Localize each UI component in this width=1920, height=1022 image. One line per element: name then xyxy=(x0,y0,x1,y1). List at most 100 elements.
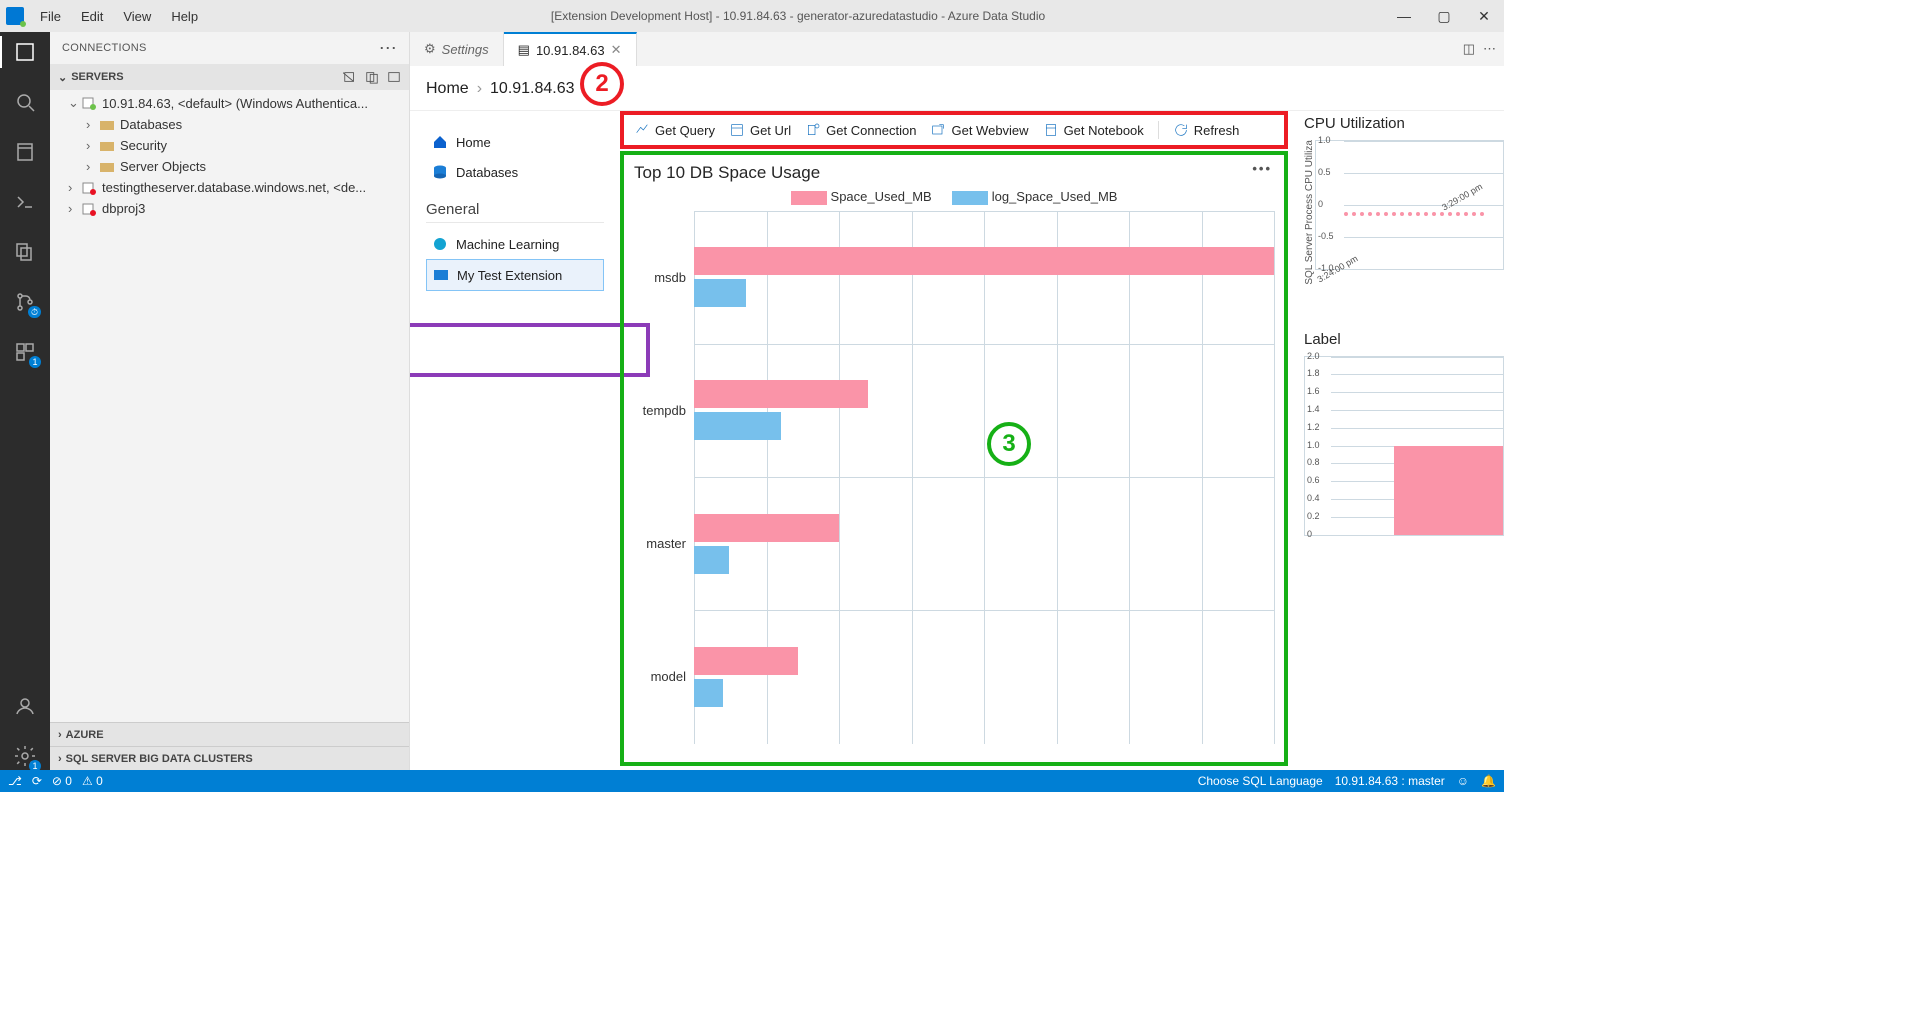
app-icon xyxy=(6,7,24,25)
bar-category: model xyxy=(634,669,694,684)
sidebar-section-bigdata[interactable]: ›SQL SERVER BIG DATA CLUSTERS xyxy=(50,746,409,770)
home-icon xyxy=(432,134,448,150)
card-label: Label 2.01.81.61.41.21.00.80.60.40.20 xyxy=(1304,331,1504,536)
breadcrumb-home[interactable]: Home xyxy=(426,80,469,98)
get-notebook-button[interactable]: Get Notebook xyxy=(1043,122,1144,138)
close-icon[interactable]: ✕ xyxy=(611,42,622,58)
activity-source-control[interactable]: ⏱ xyxy=(11,288,39,316)
chart-title: Top 10 DB Space Usage xyxy=(634,163,1274,183)
legend-swatch xyxy=(791,191,827,205)
activity-explorer[interactable] xyxy=(11,238,39,266)
new-connection-icon[interactable] xyxy=(343,70,357,84)
sb-language[interactable]: Choose SQL Language xyxy=(1198,774,1323,788)
y-tick: -0.5 xyxy=(1318,231,1334,241)
activity-notebooks[interactable] xyxy=(11,138,39,166)
y-tick: 1.2 xyxy=(1307,422,1320,432)
badge-icon: ⏱ xyxy=(28,306,41,318)
tree-row-security[interactable]: ›Security xyxy=(50,135,409,156)
tab-more-icon[interactable]: ⋯ xyxy=(1483,41,1496,57)
tree-row-server[interactable]: ›testingtheserver.database.windows.net, … xyxy=(50,177,409,198)
hbar-chart: msdbtempdbmastermodel xyxy=(634,211,1274,744)
sb-sync-icon[interactable]: ⟳ xyxy=(32,774,42,788)
tab-dashboard[interactable]: ▤ 10.91.84.63 ✕ xyxy=(504,32,637,66)
bar xyxy=(694,647,798,675)
menu-file[interactable]: File xyxy=(32,5,69,28)
y-tick: 0.6 xyxy=(1307,475,1320,485)
tree-row-databases[interactable]: ›Databases xyxy=(50,114,409,135)
bar xyxy=(694,247,1274,275)
tree-label: 10.91.84.63, <default> (Windows Authenti… xyxy=(102,96,368,111)
split-editor-icon[interactable]: ◫ xyxy=(1463,41,1475,57)
new-group-icon[interactable] xyxy=(365,70,379,84)
nav-machine-learning[interactable]: Machine Learning xyxy=(426,229,604,259)
tree-label: Server Objects xyxy=(120,159,206,174)
get-connection-button[interactable]: Get Connection xyxy=(805,122,916,138)
sidebar-panel-title: CONNECTIONS xyxy=(62,42,147,54)
sidebar-panel-more[interactable]: ⋯ xyxy=(379,38,397,59)
highlight-extension xyxy=(410,323,650,377)
activity-bar: ⏱ 1 1 xyxy=(0,32,50,770)
legend-label: log_Space_Used_MB xyxy=(992,189,1118,204)
card-more-icon[interactable]: ••• xyxy=(1252,161,1272,176)
extension-icon xyxy=(433,267,449,283)
tab-label: 10.91.84.63 xyxy=(536,43,605,58)
minimize-button[interactable]: — xyxy=(1390,8,1418,25)
sb-remote-icon[interactable]: ⎇ xyxy=(8,774,22,788)
legend-swatch xyxy=(952,191,988,205)
statusbar: ⎇ ⟳ ⊘ 0 ⚠ 0 Choose SQL Language 10.91.84… xyxy=(0,770,1504,792)
callout-two: 2 xyxy=(580,62,624,106)
y-tick: 1.6 xyxy=(1307,386,1320,396)
menu-view[interactable]: View xyxy=(115,5,159,28)
badge-count: 1 xyxy=(29,356,41,368)
maximize-button[interactable]: ▢ xyxy=(1430,8,1458,25)
chart-legend: Space_Used_MB log_Space_Used_MB xyxy=(634,189,1274,205)
card-title: Label xyxy=(1304,331,1504,348)
tree-label: dbproj3 xyxy=(102,201,145,216)
activity-terminal[interactable] xyxy=(11,188,39,216)
activity-extensions[interactable]: 1 xyxy=(11,338,39,366)
bar xyxy=(694,412,781,440)
nav-home[interactable]: Home xyxy=(426,127,604,157)
sb-connection[interactable]: 10.91.84.63 : master xyxy=(1335,774,1445,788)
bar xyxy=(694,514,839,542)
y-tick: 1.4 xyxy=(1307,404,1320,414)
get-webview-button[interactable]: Get Webview xyxy=(930,122,1028,138)
get-query-button[interactable]: Get Query xyxy=(634,122,715,138)
editor-area: ⚙ Settings ▤ 10.91.84.63 ✕ ◫ ⋯ Home › 10… xyxy=(410,32,1504,770)
tree-row-server[interactable]: ›dbproj3 xyxy=(50,198,409,219)
sb-errors[interactable]: ⊘ 0 xyxy=(52,774,72,788)
get-url-button[interactable]: Get Url xyxy=(729,122,791,138)
tree-row-server[interactable]: ⌄10.91.84.63, <default> (Windows Authent… xyxy=(50,92,409,114)
tree-row-server-objects[interactable]: ›Server Objects xyxy=(50,156,409,177)
dashboard-leftnav: « Home Databases General Machine Learnin… xyxy=(410,111,620,770)
card-title: CPU Utilization xyxy=(1304,115,1504,132)
activity-connections[interactable] xyxy=(11,38,39,66)
sb-warnings[interactable]: ⚠ 0 xyxy=(82,774,103,788)
titlebar: File Edit View Help [Extension Developme… xyxy=(0,0,1504,32)
nav-my-test-extension[interactable]: My Test Extension xyxy=(426,259,604,291)
menu-edit[interactable]: Edit xyxy=(73,5,111,28)
server-icon: ▤ xyxy=(518,42,530,58)
activity-account[interactable] xyxy=(11,692,39,720)
sidebar: CONNECTIONS ⋯ ⌄ SERVERS ⌄10.91.84.63, <d… xyxy=(50,32,410,770)
sb-feedback-icon[interactable]: ☺ xyxy=(1457,774,1469,788)
sidebar-section-title: SERVERS xyxy=(71,71,123,83)
nav-databases[interactable]: Databases xyxy=(426,157,604,187)
bar-category: master xyxy=(634,536,694,551)
chevron-down-icon[interactable]: ⌄ xyxy=(58,71,67,84)
close-button[interactable]: ✕ xyxy=(1470,8,1498,25)
y-tick: 1.8 xyxy=(1307,368,1320,378)
refresh-icon[interactable] xyxy=(387,70,401,84)
activity-settings[interactable]: 1 xyxy=(11,742,39,770)
sb-bell-icon[interactable]: 🔔 xyxy=(1481,774,1496,788)
y-axis-label: SQL Server Process CPU Utiliza xyxy=(1304,140,1315,285)
activity-search[interactable] xyxy=(11,88,39,116)
y-tick: 2.0 xyxy=(1307,351,1320,361)
tab-settings[interactable]: ⚙ Settings xyxy=(410,32,504,66)
y-tick: 1.0 xyxy=(1318,135,1331,145)
bar xyxy=(694,279,746,307)
chevron-right-icon: › xyxy=(477,80,482,98)
refresh-button[interactable]: Refresh xyxy=(1173,122,1240,138)
menu-help[interactable]: Help xyxy=(163,5,206,28)
sidebar-section-azure[interactable]: ›AZURE xyxy=(50,722,409,746)
